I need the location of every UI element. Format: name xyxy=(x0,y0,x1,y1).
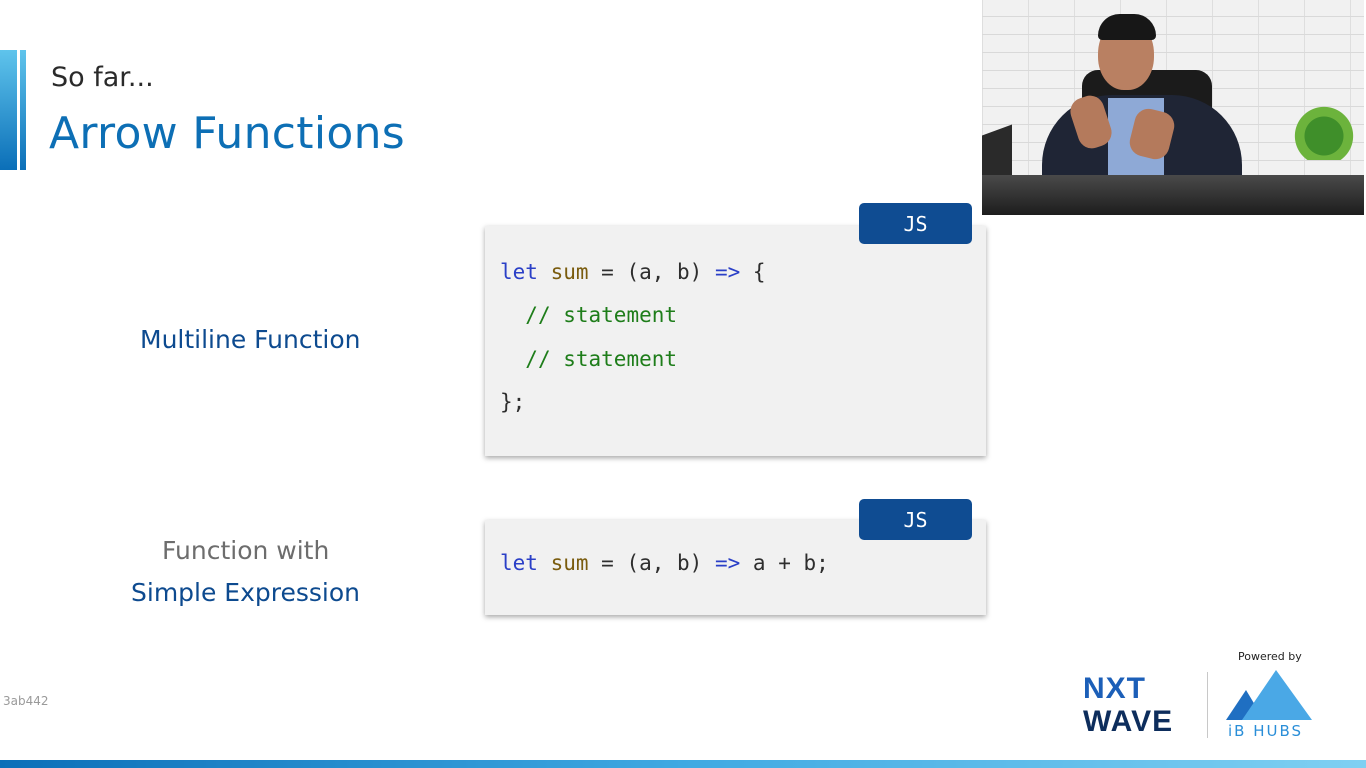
logo-divider xyxy=(1207,672,1208,738)
webcam-desk xyxy=(982,175,1364,215)
slide-title: Arrow Functions xyxy=(49,108,406,159)
simple-expression-label-line1: Function with xyxy=(162,536,330,565)
bottom-accent-bar xyxy=(0,760,1366,768)
js-badge: JS xyxy=(859,203,972,244)
code-text: = (a, b) xyxy=(588,260,715,284)
code-text: }; xyxy=(500,390,526,414)
code-line: }; xyxy=(500,390,525,414)
powered-by-label: Powered by xyxy=(1238,650,1302,663)
code-text: { xyxy=(740,260,766,284)
code-identifier: sum xyxy=(550,551,589,575)
code-line: let sum = (a, b) => a + b; xyxy=(500,551,829,575)
code-identifier: sum xyxy=(550,260,589,284)
code-text: = (a, b) xyxy=(588,551,715,575)
code-keyword: let xyxy=(500,551,538,575)
webcam-plant xyxy=(1292,100,1356,160)
accent-bar-thin xyxy=(20,50,26,170)
presenter-hair xyxy=(1098,14,1156,40)
nxtwave-logo-line2: WAVE xyxy=(1083,705,1174,738)
code-comment: // statement xyxy=(525,303,678,327)
code-line: let sum = (a, b) => { xyxy=(500,260,766,284)
code-line: // statement xyxy=(500,347,677,371)
code-line: // statement xyxy=(500,303,677,327)
code-arrow: => xyxy=(714,551,741,575)
code-comment: // statement xyxy=(525,347,678,371)
js-badge: JS xyxy=(859,499,972,540)
code-keyword: let xyxy=(500,260,538,284)
multiline-code-card: let sum = (a, b) => { // statement // st… xyxy=(485,226,986,456)
ib-hubs-logo-text: iB HUBS xyxy=(1228,722,1304,740)
ib-hubs-mountain-icon xyxy=(1226,670,1312,720)
simple-expression-label-line2: Simple Expression xyxy=(131,578,361,607)
nxtwave-logo: NXT WAVE xyxy=(1083,672,1193,742)
watermark-id: 3ab442 xyxy=(3,694,49,708)
slide-subtitle: So far... xyxy=(51,62,154,93)
accent-bar xyxy=(0,50,17,170)
nxtwave-logo-line1: NXT xyxy=(1083,672,1146,705)
multiline-function-label: Multiline Function xyxy=(140,325,361,354)
code-text: a + b; xyxy=(740,551,829,575)
presenter-webcam xyxy=(982,0,1364,215)
code-arrow: => xyxy=(714,260,741,284)
